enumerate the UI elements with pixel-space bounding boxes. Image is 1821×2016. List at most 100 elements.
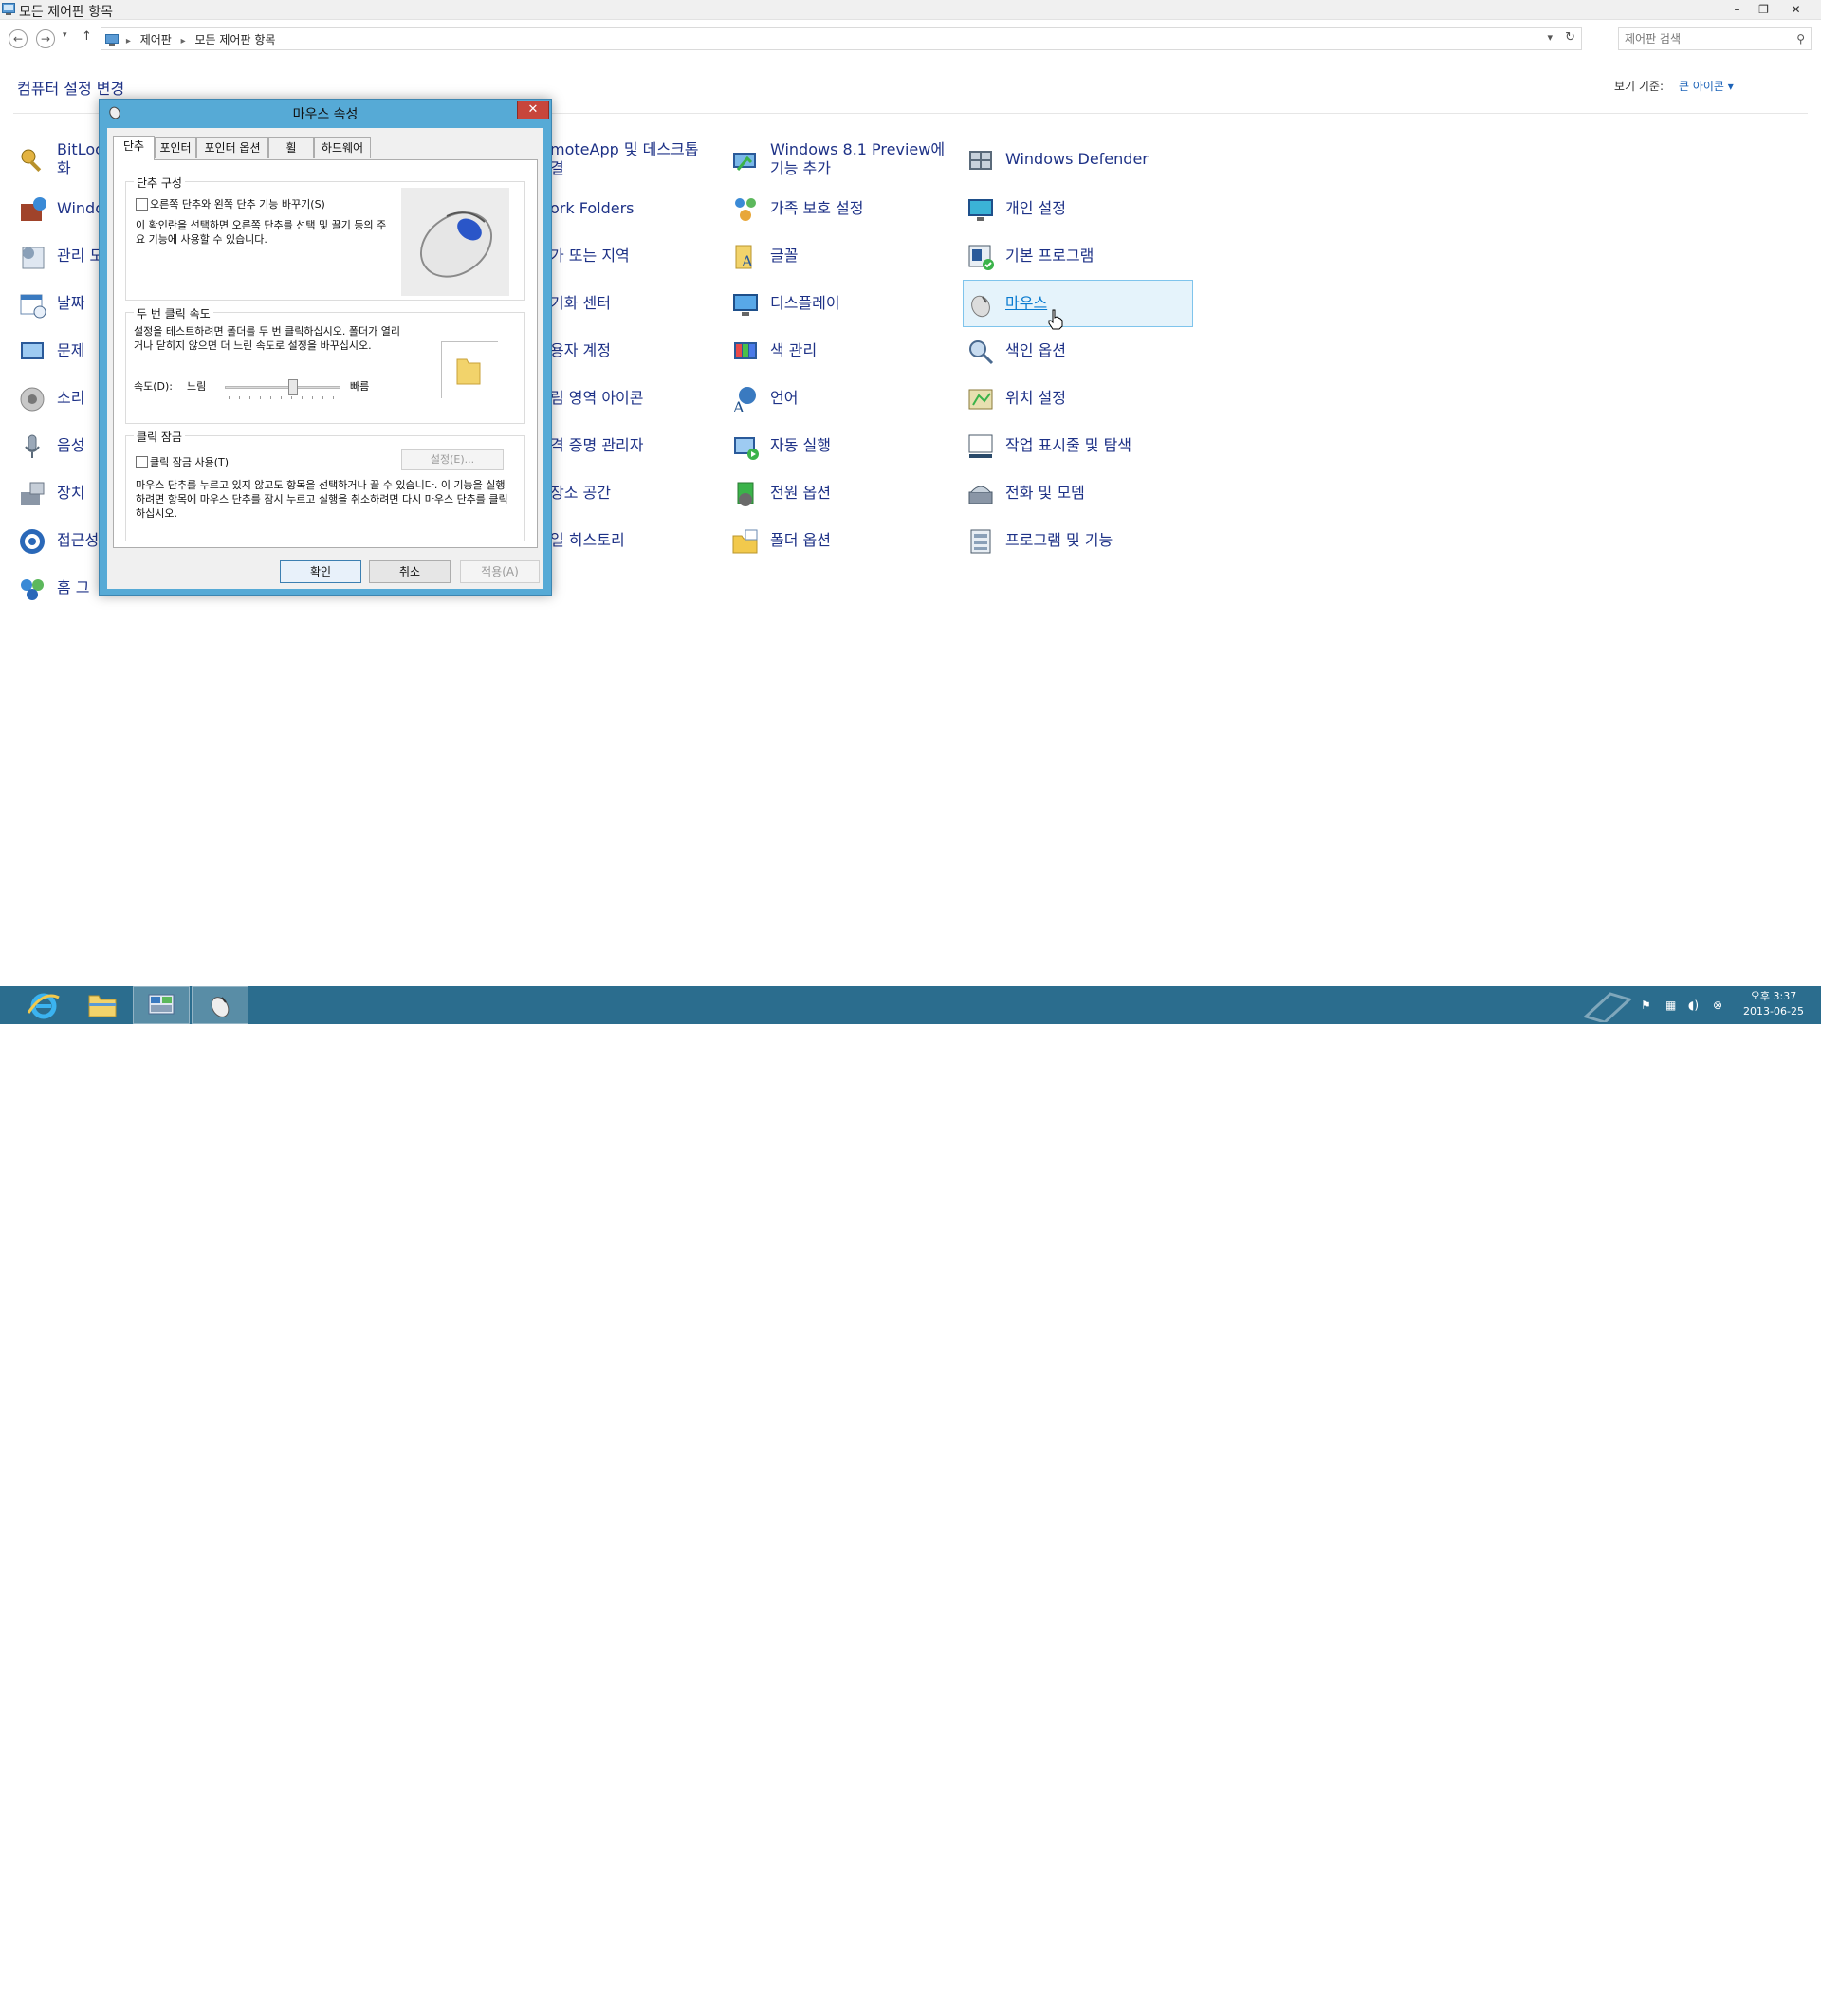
- search-box[interactable]: ⚲: [1618, 27, 1812, 50]
- cp-item-label: 폴더 옵션: [770, 531, 831, 549]
- microphone-icon: [25, 434, 40, 458]
- taskbar-file-explorer[interactable]: [74, 986, 131, 1024]
- click-lock-settings-button[interactable]: 설정(E)...: [401, 449, 504, 470]
- admin-tools-icon: [22, 247, 45, 269]
- cp-item-taskbar-navigation[interactable]: 작업 표시줄 및 탐색: [964, 423, 1191, 468]
- refresh-icon[interactable]: ↻: [1565, 30, 1575, 45]
- tab-buttons[interactable]: 단추: [113, 136, 155, 160]
- cp-item-label: 작업 표시줄 및 탐색: [1005, 436, 1132, 454]
- tab-panel-buttons: 단추 구성 오른쪽 단추와 왼쪽 단추 기능 바꾸기(S) 이 확인란을 선택하…: [113, 159, 538, 548]
- cp-item-label: 디스플레이: [770, 294, 840, 312]
- volume-icon[interactable]: ◖): [1688, 999, 1699, 1012]
- add-features-icon: [733, 153, 756, 171]
- taskbar-control-panel[interactable]: [133, 986, 190, 1024]
- search-input[interactable]: [1625, 31, 1786, 46]
- cp-item-label: 관리 도: [57, 247, 104, 265]
- folder-icon: [88, 995, 117, 1017]
- click-lock-group: 클릭 잠금 클릭 잠금 사용(T) 설정(E)... 마우스 단추를 누르고 있…: [125, 429, 525, 541]
- cp-item-folder-options[interactable]: 폴더 옵션: [728, 518, 956, 563]
- tab-pointers[interactable]: 포인터: [155, 137, 196, 158]
- slider-ticks: [229, 396, 337, 399]
- address-field[interactable]: ▸ 제어판 ▸ 모든 제어판 항목 ▾ ↻: [101, 27, 1582, 50]
- cp-item-label: 소리: [57, 389, 85, 407]
- system-clock[interactable]: 오후 3:37 2013-06-25: [1736, 989, 1812, 1019]
- cp-item-autoplay[interactable]: 자동 실행: [728, 423, 956, 468]
- up-arrow-icon[interactable]: ↑: [82, 29, 92, 44]
- cp-item-power-options[interactable]: 전원 옵션: [728, 470, 956, 516]
- action-center-flag-icon[interactable]: ⚑: [1641, 999, 1651, 1012]
- cp-item-language[interactable]: A 언어: [728, 376, 956, 421]
- mouse-preview-image: [401, 188, 509, 296]
- cp-item-mouse[interactable]: 마우스: [963, 280, 1193, 330]
- click-lock-checkbox[interactable]: [136, 456, 148, 468]
- search-icon[interactable]: ⚲: [1796, 32, 1805, 46]
- cp-item-windows-defender[interactable]: Windows Defender: [964, 137, 1191, 182]
- cp-item-add-features[interactable]: Windows 8.1 Preview에 기능 추가: [728, 137, 956, 182]
- cp-item-display[interactable]: 디스플레이: [728, 281, 956, 326]
- apply-button[interactable]: 적용(A): [460, 560, 540, 583]
- window-title: 모든 제어판 항목: [19, 5, 114, 20]
- address-bar-row: ← → ▾ ↑ ▸ 제어판 ▸ 모든 제어판 항목 ▾ ↻ ⚲: [0, 21, 1821, 55]
- language-icon: A: [732, 387, 756, 414]
- forward-button[interactable]: →: [36, 29, 55, 48]
- cp-item-default-programs[interactable]: 기본 프로그램: [964, 233, 1191, 279]
- address-dropdown-icon[interactable]: ▾: [1547, 31, 1553, 44]
- cp-item-label: 전화 및 모뎀: [1005, 484, 1085, 502]
- click-lock-label[interactable]: 클릭 잠금 사용(T): [150, 455, 229, 469]
- tab-pointer-options[interactable]: 포인터 옵션: [196, 137, 268, 158]
- view-by-dropdown[interactable]: 큰 아이콘 ▾: [1679, 78, 1734, 94]
- cp-item-label: Windows 8.1 Preview에 기능 추가: [770, 140, 945, 178]
- window-close-button[interactable]: ✕: [1783, 0, 1809, 19]
- cp-item-programs-features[interactable]: 프로그램 및 기능: [964, 518, 1191, 563]
- double-click-speed-slider[interactable]: [225, 377, 340, 399]
- cp-item-family-safety[interactable]: 가족 보호 설정: [728, 186, 956, 231]
- switch-buttons-label[interactable]: 오른쪽 단추와 왼쪽 단추 기능 바꾸기(S): [150, 197, 325, 211]
- cp-item-label: 개인 설정: [1005, 199, 1066, 217]
- svg-text:A: A: [741, 252, 753, 270]
- breadcrumb-control-panel[interactable]: 제어판: [140, 33, 172, 46]
- windows-defender-icon: [969, 151, 992, 170]
- switch-buttons-checkbox[interactable]: [136, 198, 148, 211]
- language-icon[interactable]: ⊗: [1713, 999, 1722, 1012]
- taskbar-internet-explorer[interactable]: [15, 986, 72, 1024]
- cp-item-label: 전원 옵션: [770, 484, 831, 502]
- tab-wheel[interactable]: 휠: [268, 137, 314, 158]
- dialog-title-bar[interactable]: 마우스 속성 ✕: [100, 100, 551, 124]
- speed-fast-label: 빠름: [350, 380, 370, 393]
- group-title: 단추 구성: [134, 174, 185, 191]
- cp-item-label: 언어: [770, 389, 799, 407]
- cp-item-phone-modem[interactable]: 전화 및 모뎀: [964, 470, 1191, 516]
- back-button[interactable]: ←: [9, 29, 28, 48]
- double-click-speed-group: 두 번 클릭 속도 설정을 테스트하려면 폴더를 두 번 클릭하십시오. 폴더가…: [125, 305, 525, 424]
- test-folder-icon[interactable]: [442, 342, 499, 399]
- restore-button[interactable]: ❐: [1751, 0, 1776, 19]
- cp-item-location-settings[interactable]: 위치 설정: [964, 376, 1191, 421]
- recent-locations-icon[interactable]: ▾: [63, 30, 67, 40]
- power-options-icon: [737, 482, 754, 506]
- control-panel-icon: [2, 3, 15, 15]
- cp-item-personalization[interactable]: 개인 설정: [964, 186, 1191, 231]
- group-title: 두 번 클릭 속도: [134, 305, 213, 321]
- calendar-clock-icon: [20, 294, 46, 319]
- troubleshooting-icon: [21, 342, 44, 359]
- location-settings-icon: [968, 389, 993, 410]
- ok-button[interactable]: 확인: [280, 560, 361, 583]
- cp-item-color-management[interactable]: 색 관리: [728, 328, 956, 374]
- cp-item-label: 문제: [57, 341, 85, 359]
- cp-item-fonts[interactable]: A 글꼴: [728, 233, 956, 279]
- mouse-icon: [211, 997, 230, 1017]
- display-icon: [733, 294, 758, 316]
- breadcrumb-separator-icon: ▸: [180, 36, 186, 46]
- dialog-close-button[interactable]: ✕: [517, 101, 549, 119]
- cancel-button[interactable]: 취소: [369, 560, 451, 583]
- cp-item-label: BitLoc 화: [57, 140, 103, 178]
- taskbar-mouse-properties[interactable]: [192, 986, 248, 1024]
- cp-item-indexing-options[interactable]: 색인 옵션: [964, 328, 1191, 374]
- tab-hardware[interactable]: 하드웨어: [314, 137, 371, 158]
- breadcrumb-all-items[interactable]: 모든 제어판 항목: [195, 33, 276, 46]
- network-icon[interactable]: ▦: [1665, 999, 1676, 1012]
- slider-thumb[interactable]: [288, 379, 298, 395]
- minimize-button[interactable]: –: [1724, 0, 1750, 19]
- hand-cursor-icon: [1048, 309, 1063, 330]
- test-folder-area[interactable]: [441, 341, 498, 398]
